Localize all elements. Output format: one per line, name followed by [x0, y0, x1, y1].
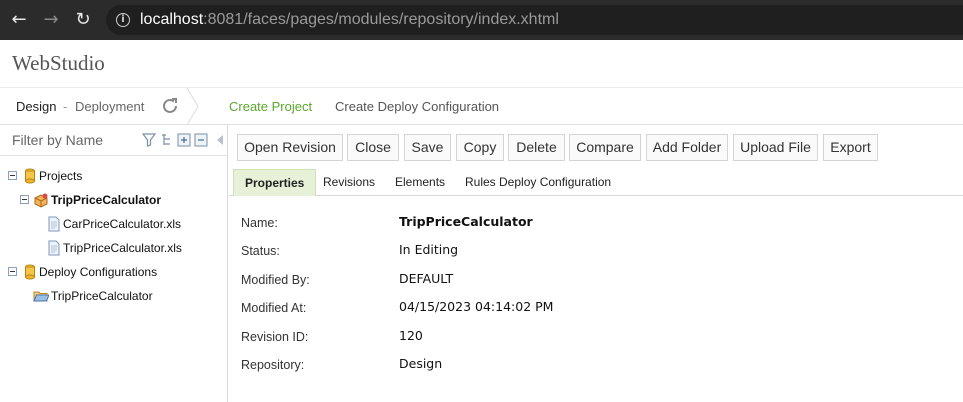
- property-value-modified-at: 04/15/2023 04:14:02 PM: [399, 299, 554, 314]
- tree-node-deploy-configurations[interactable]: Deploy Configurations: [0, 262, 227, 282]
- breadcrumb-design[interactable]: Design: [16, 99, 56, 114]
- tree-node-projects[interactable]: Projects: [0, 166, 227, 186]
- tree-node-label: Projects: [39, 169, 83, 183]
- breadcrumb-separator: -: [63, 99, 68, 114]
- collapse-toggle-icon[interactable]: [20, 195, 29, 204]
- breadcrumb-deployment[interactable]: Deployment: [75, 99, 144, 114]
- file-icon: [48, 216, 60, 232]
- close-button[interactable]: Close: [347, 134, 399, 161]
- collapse-toggle-icon[interactable]: [8, 267, 17, 276]
- tree-node-label: CarPriceCalculator.xls: [63, 217, 182, 231]
- address-bar[interactable]: i localhost:8081/faces/pages/modules/rep…: [106, 5, 963, 35]
- app-header: WebStudio: [0, 40, 963, 88]
- upload-file-button[interactable]: Upload File: [733, 134, 818, 161]
- add-folder-button[interactable]: Add Folder: [646, 134, 728, 161]
- property-value-revision-id: 120: [399, 328, 423, 343]
- app-title[interactable]: WebStudio: [12, 51, 105, 76]
- tree-node-label: TripPriceCalculator: [51, 289, 153, 303]
- sidebar: Filter by Name Projects TripPriceCalcula…: [0, 125, 228, 402]
- refresh-icon[interactable]: [160, 96, 180, 116]
- filter-row: Filter by Name: [0, 125, 227, 156]
- tab-properties[interactable]: Properties: [233, 169, 317, 196]
- reload-icon[interactable]: ↻: [72, 9, 94, 31]
- file-icon: [48, 240, 60, 256]
- compare-button[interactable]: Compare: [569, 134, 641, 161]
- export-button[interactable]: Export: [823, 134, 878, 161]
- filter-icon[interactable]: [142, 133, 156, 147]
- collapse-toggle-icon[interactable]: [8, 171, 17, 180]
- property-label: Revision ID:: [241, 330, 309, 344]
- property-value-modified-by: DEFAULT: [399, 271, 454, 286]
- project-icon: [34, 193, 48, 208]
- url-host: localhost: [140, 11, 204, 28]
- tree-node-deploy-config[interactable]: TripPriceCalculator: [0, 286, 227, 306]
- copy-button[interactable]: Copy: [456, 134, 504, 161]
- tab-rules-deploy-configuration[interactable]: Rules Deploy Configuration: [454, 169, 622, 196]
- hierarchy-icon[interactable]: [160, 133, 174, 147]
- arrow-left-icon[interactable]: ←: [8, 9, 30, 31]
- repository-icon: [25, 264, 35, 280]
- info-icon[interactable]: i: [116, 13, 130, 27]
- property-value-name: TripPriceCalculator: [399, 214, 533, 229]
- property-value-repository: Design: [399, 356, 443, 371]
- tree-node-label: Deploy Configurations: [39, 265, 158, 279]
- chevron-separator-icon: [186, 88, 199, 125]
- tab-revisions[interactable]: Revisions: [312, 169, 386, 196]
- property-value-status: In Editing: [399, 242, 459, 257]
- create-project-link[interactable]: Create Project: [229, 99, 312, 114]
- main-content: Open Revision Close Save Copy Delete Com…: [229, 125, 963, 402]
- property-label: Modified At:: [241, 301, 307, 315]
- property-label: Modified By:: [241, 273, 310, 287]
- create-deploy-configuration-link[interactable]: Create Deploy Configuration: [335, 99, 499, 114]
- arrow-right-icon[interactable]: →: [40, 9, 62, 31]
- tab-elements[interactable]: Elements: [384, 169, 456, 196]
- tree-node-project[interactable]: TripPriceCalculator: [0, 190, 227, 210]
- collapse-all-icon[interactable]: [194, 133, 208, 147]
- tree-node-file[interactable]: CarPriceCalculator.xls: [0, 214, 227, 234]
- property-label: Status:: [241, 244, 280, 258]
- url-path: :8081/faces/pages/modules/repository/ind…: [203, 11, 559, 28]
- tab-bar: Properties Revisions Elements Rules Depl…: [229, 169, 963, 196]
- save-button[interactable]: Save: [404, 134, 451, 161]
- repository-icon: [25, 168, 35, 184]
- property-label: Repository:: [241, 358, 305, 372]
- expand-all-icon[interactable]: [177, 133, 191, 147]
- filter-input[interactable]: Filter by Name: [12, 132, 103, 148]
- property-label: Name:: [241, 216, 278, 230]
- tree-node-file[interactable]: TripPriceCalculator.xls: [0, 238, 227, 258]
- breadcrumb-bar: Design - Deployment Create Project Creat…: [0, 88, 963, 125]
- url-text[interactable]: localhost:8081/faces/pages/modules/repos…: [140, 10, 559, 30]
- folder-open-icon: [33, 291, 49, 302]
- collapse-panel-icon[interactable]: [213, 133, 227, 147]
- delete-button[interactable]: Delete: [508, 134, 565, 161]
- tree-node-label: TripPriceCalculator.xls: [63, 241, 182, 255]
- tree-node-label: TripPriceCalculator: [51, 193, 162, 207]
- open-revision-button[interactable]: Open Revision: [237, 134, 343, 161]
- browser-toolbar: ← → ↻ i localhost:8081/faces/pages/modul…: [0, 0, 963, 40]
